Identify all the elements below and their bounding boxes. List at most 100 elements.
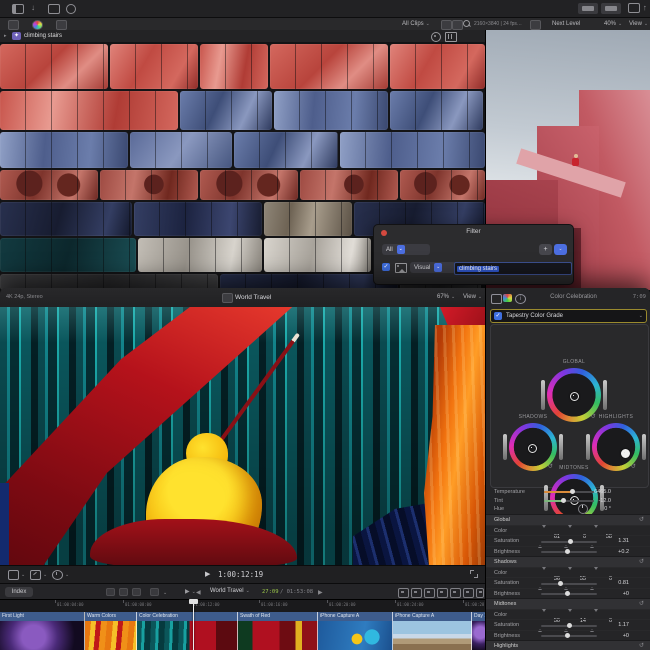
effect-enabled-checkbox[interactable]: ✓ <box>494 312 502 320</box>
clip-thumbnail[interactable] <box>0 91 178 130</box>
marker-tool-icon[interactable] <box>106 588 115 596</box>
clip-appearance-icon[interactable] <box>32 20 43 30</box>
add-filter-rule-button[interactable]: + <box>539 244 552 255</box>
browser-toggle-button[interactable] <box>578 3 598 14</box>
favorite-tool-icon[interactable] <box>132 588 141 596</box>
clip-thumbnail[interactable] <box>390 91 483 130</box>
keyword-tool-icon[interactable] <box>119 588 128 596</box>
retime-tool-icon[interactable] <box>52 570 63 580</box>
clip-thumbnail[interactable] <box>264 238 371 272</box>
rule-type-dropdown[interactable]: Visual⌄ <box>410 262 456 273</box>
keyword-editor-icon[interactable] <box>48 4 60 14</box>
clip-thumbnail[interactable] <box>0 44 108 89</box>
share-icon[interactable]: ↓ <box>643 3 647 13</box>
wheel-side-slider[interactable] <box>541 380 545 410</box>
resize-icon[interactable] <box>476 588 484 598</box>
timeline-clip[interactable]: iPhone Capture A <box>317 612 393 650</box>
reset-icon[interactable]: ↺ <box>631 463 636 470</box>
clip-thumbnail[interactable] <box>270 44 388 89</box>
tools-dropdown[interactable]: ▶⌄ <box>185 588 196 595</box>
slider-thumb[interactable] <box>558 581 563 586</box>
color-wheel-puck[interactable] <box>570 392 579 401</box>
clip-thumbnail[interactable] <box>300 170 398 200</box>
slider-thumb[interactable] <box>567 623 572 628</box>
next-icon[interactable]: ▶ <box>318 589 323 596</box>
clip-menu-icon[interactable] <box>150 588 159 596</box>
playhead-handle[interactable] <box>189 599 198 604</box>
timeline-clip[interactable]: First Light <box>0 612 84 650</box>
clip-thumbnail[interactable] <box>400 170 485 200</box>
crop-tool-icon[interactable] <box>8 570 19 580</box>
clip-thumbnail[interactable] <box>340 132 485 168</box>
timeline-toggle-button[interactable] <box>601 3 621 14</box>
row-value[interactable]: +0 <box>593 591 629 597</box>
reset-icon[interactable]: ↺ <box>639 516 644 523</box>
grid-view-icon[interactable] <box>452 20 463 30</box>
slider-thumb[interactable] <box>568 539 573 544</box>
slider-thumb[interactable] <box>565 633 570 638</box>
clip-thumbnail[interactable] <box>134 202 262 236</box>
wheel-side-slider[interactable] <box>586 434 590 460</box>
param-value[interactable]: 0 ° <box>556 506 611 512</box>
sidebar-toggle-icon[interactable] <box>12 4 24 14</box>
wheel-side-slider[interactable] <box>642 434 646 460</box>
playhead[interactable] <box>193 599 194 650</box>
disclosure-triangle-icon[interactable]: ▸ <box>4 33 7 39</box>
snapshot-icon[interactable] <box>530 20 541 30</box>
slider-thumb[interactable] <box>565 549 570 554</box>
index-button[interactable]: Index <box>5 587 33 597</box>
wheel-side-slider[interactable] <box>503 434 507 460</box>
timeline-clip[interactable]: Swath of Red <box>237 612 318 650</box>
row-slider[interactable] <box>541 541 597 543</box>
solo-icon[interactable] <box>437 588 448 598</box>
play-icon[interactable]: ▶ <box>205 570 210 578</box>
clip-thumbnail[interactable] <box>274 91 388 130</box>
rule-enabled-checkbox[interactable]: ✓ <box>382 263 390 271</box>
search-icon[interactable] <box>463 20 471 28</box>
import-media-icon[interactable]: ↓ <box>31 3 35 13</box>
clip-thumbnail[interactable] <box>130 132 232 168</box>
row-value[interactable]: 1.17 <box>593 622 629 628</box>
clip-thumbnail[interactable] <box>0 170 98 200</box>
timeline-clip[interactable]: Warm Colors <box>84 612 137 650</box>
clip-thumbnail[interactable] <box>138 238 262 272</box>
clip-appearance-icon[interactable] <box>450 588 461 598</box>
media-rep-icon[interactable] <box>8 20 19 30</box>
clip-thumbnail[interactable] <box>200 44 268 89</box>
clip-thumbnail[interactable] <box>100 170 198 200</box>
inspector-toggle-icon[interactable] <box>628 3 640 13</box>
filter-settings-icon[interactable] <box>431 32 441 42</box>
reset-icon[interactable]: ↺ <box>639 600 644 607</box>
clip-thumbnail[interactable] <box>234 132 338 168</box>
background-tasks-icon[interactable] <box>66 4 76 14</box>
row-slider[interactable] <box>541 593 597 595</box>
viewer-view-dropdown[interactable]: View⌄ <box>463 294 482 300</box>
clip-thumbnail[interactable] <box>180 91 272 130</box>
effect-dropdown[interactable]: ✓ Tapestry Color Grade ⌄ <box>490 309 647 323</box>
slider-thumb[interactable] <box>565 591 570 596</box>
browser-zoom-dropdown[interactable]: 40%⌄ <box>604 21 622 27</box>
clip-thumbnail[interactable] <box>0 238 136 272</box>
param-value[interactable]: -12.0 <box>556 498 611 504</box>
video-inspector-icon[interactable] <box>491 294 502 304</box>
color-inspector-icon[interactable] <box>503 294 512 302</box>
row-value[interactable]: 0.81 <box>593 580 629 586</box>
previous-icon[interactable]: ◀ <box>196 589 201 596</box>
timeline-ruler[interactable]: 01:00:04:0001:00:08:0001:00:12:0001:00:1… <box>0 599 485 613</box>
wheel-side-slider[interactable] <box>559 434 563 460</box>
reset-icon[interactable]: ↺ <box>639 642 644 649</box>
row-slider[interactable] <box>541 583 597 585</box>
project-name-label[interactable]: World Travel <box>235 294 271 301</box>
clip-thumbnail[interactable] <box>0 202 132 236</box>
reset-icon[interactable]: ↺ <box>639 558 644 565</box>
transform-tool-icon[interactable] <box>30 570 41 580</box>
wheel-side-slider[interactable] <box>603 380 607 410</box>
clip-thumbnail[interactable] <box>110 44 198 89</box>
info-inspector-icon[interactable]: i <box>515 294 526 304</box>
timeline-clip[interactable]: Color Celebration <box>136 612 238 650</box>
filmstrip-toggle-icon[interactable] <box>445 32 457 42</box>
fullscreen-icon[interactable] <box>470 570 478 578</box>
viewer-zoom-dropdown[interactable]: 67%⌄ <box>437 294 455 300</box>
filmstrip-view-icon[interactable] <box>56 20 67 30</box>
skimming-icon[interactable] <box>411 588 422 598</box>
